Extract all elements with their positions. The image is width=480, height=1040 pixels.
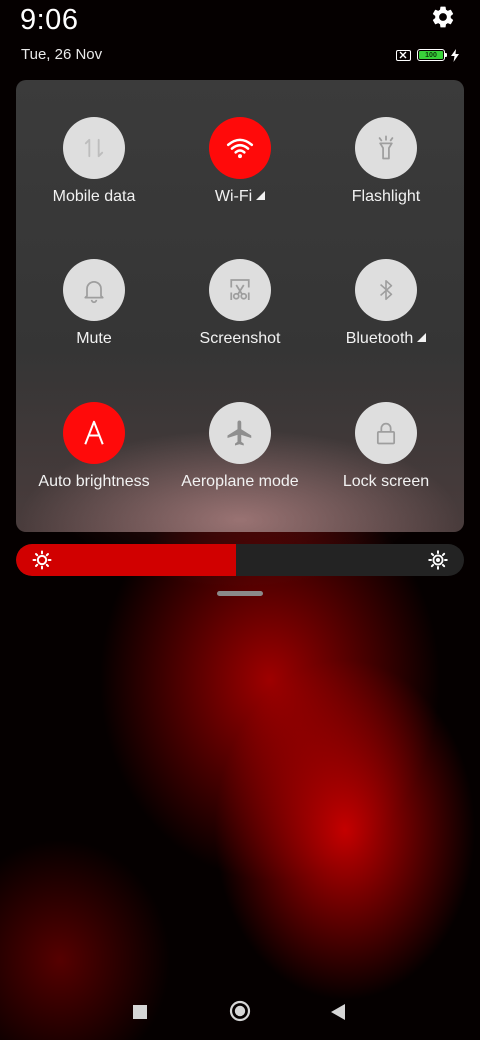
tile-auto-brightness-button[interactable] <box>63 402 125 464</box>
airplane-icon <box>227 420 252 446</box>
wifi-icon <box>226 138 254 159</box>
lock-icon <box>376 422 396 445</box>
tile-label: Auto brightness <box>38 473 150 490</box>
back-triangle-icon[interactable] <box>330 1003 346 1026</box>
tile-mobile-data-button[interactable] <box>63 117 125 179</box>
tile-label: Aeroplane mode <box>181 473 299 490</box>
no-sim-icon <box>396 49 411 61</box>
tile-wifi-button[interactable] <box>209 117 271 179</box>
scissors-screenshot-icon <box>230 279 250 300</box>
home-circle-icon[interactable] <box>229 1000 251 1027</box>
tile-mobile-data[interactable]: Mobile data <box>19 117 169 237</box>
bluetooth-icon <box>380 279 393 301</box>
tile-flashlight[interactable]: Flashlight <box>311 117 461 237</box>
battery-icon: 100 <box>417 49 447 61</box>
tile-bluetooth[interactable]: Bluetooth <box>311 259 461 379</box>
tile-label: Wi-Fi <box>214 188 253 205</box>
tile-auto-brightness[interactable]: Auto brightness <box>19 402 169 522</box>
tile-label: Lock screen <box>342 473 430 490</box>
tile-label: Flashlight <box>351 188 421 205</box>
mobile-data-arrows-icon <box>84 138 104 158</box>
tile-flashlight-button[interactable] <box>355 117 417 179</box>
brightness-high-icon <box>428 550 448 570</box>
expand-triangle-icon <box>256 191 266 200</box>
bell-icon <box>84 280 104 304</box>
tile-label: Mobile data <box>52 188 136 205</box>
tile-lock-screen[interactable]: Lock screen <box>311 402 461 522</box>
tile-lock-screen-button[interactable] <box>355 402 417 464</box>
charging-bolt-icon <box>451 48 459 62</box>
tile-mute-button[interactable] <box>63 259 125 321</box>
date: Tue, 26 Nov <box>21 46 103 63</box>
tile-screenshot[interactable]: Screenshot <box>165 259 315 379</box>
quick-settings-panel: Mobile data Wi-Fi Flashlight Mute Screen… <box>16 80 464 532</box>
tile-aeroplane-mode-button[interactable] <box>209 402 271 464</box>
navigation-bar <box>0 980 480 1040</box>
tile-mute[interactable]: Mute <box>19 259 169 379</box>
tile-screenshot-button[interactable] <box>209 259 271 321</box>
settings-gear-icon[interactable] <box>430 4 456 30</box>
status-bar: 9:06 Tue, 26 Nov 100 <box>0 0 480 72</box>
tile-wifi[interactable]: Wi-Fi <box>165 117 315 237</box>
tile-label: Mute <box>76 330 112 347</box>
battery-level: 100 <box>419 51 443 59</box>
letter-a-icon <box>84 420 104 445</box>
drag-handle[interactable] <box>217 591 263 596</box>
recents-square-icon[interactable] <box>132 1004 148 1025</box>
tile-aeroplane-mode[interactable]: Aeroplane mode <box>165 402 315 522</box>
status-icons: 100 <box>396 47 459 63</box>
tile-label: Bluetooth <box>345 330 414 347</box>
expand-triangle-icon <box>417 333 427 342</box>
brightness-low-icon <box>32 550 52 570</box>
flashlight-icon <box>378 135 394 160</box>
clock: 9:06 <box>20 4 79 36</box>
tile-bluetooth-button[interactable] <box>355 259 417 321</box>
tile-label: Screenshot <box>199 330 281 347</box>
brightness-slider[interactable] <box>16 544 464 576</box>
